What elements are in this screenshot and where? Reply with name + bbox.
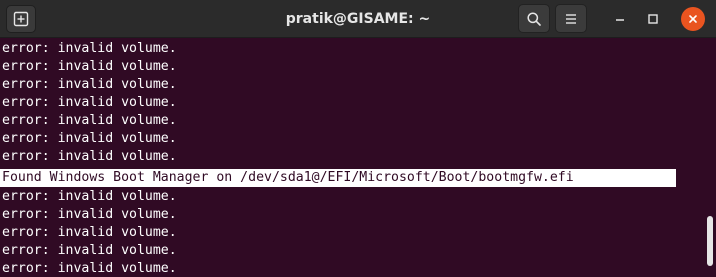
minimize-icon xyxy=(616,19,624,21)
search-button[interactable] xyxy=(518,4,550,33)
close-icon xyxy=(689,15,697,23)
terminal-output[interactable]: error: invalid volume. error: invalid vo… xyxy=(0,38,704,277)
close-button[interactable] xyxy=(681,7,705,31)
terminal-line: error: invalid volume. xyxy=(2,149,177,164)
terminal-window: pratik@GISAME: ~ error: invalid volume. … xyxy=(0,0,716,277)
scrollbar-thumb[interactable] xyxy=(707,216,713,266)
new-tab-button[interactable] xyxy=(6,5,36,33)
selected-terminal-line: Found Windows Boot Manager on /dev/sda1@… xyxy=(0,169,676,187)
maximize-button[interactable] xyxy=(641,7,665,31)
terminal-line: error: invalid volume. xyxy=(2,95,177,110)
minimize-button[interactable] xyxy=(608,7,632,31)
terminal-line: error: invalid volume. xyxy=(2,189,177,204)
maximize-icon xyxy=(648,14,658,24)
terminal-line: error: invalid volume. xyxy=(2,207,177,222)
terminal-line: error: invalid volume. xyxy=(2,113,177,128)
terminal-line: error: invalid volume. xyxy=(2,243,177,258)
terminal-line: error: invalid volume. xyxy=(2,261,177,276)
vertical-scrollbar[interactable] xyxy=(704,38,716,277)
hamburger-menu-icon xyxy=(566,13,576,24)
terminal-line: error: invalid volume. xyxy=(2,77,177,92)
search-icon xyxy=(527,11,541,26)
terminal-line: error: invalid volume. xyxy=(2,225,177,240)
menu-button[interactable] xyxy=(555,4,587,33)
new-tab-icon xyxy=(13,11,29,27)
title-bar[interactable]: pratik@GISAME: ~ xyxy=(0,0,716,38)
terminal-line: error: invalid volume. xyxy=(2,131,177,146)
terminal-line: error: invalid volume. xyxy=(2,59,177,74)
terminal-line: error: invalid volume. xyxy=(2,41,177,56)
